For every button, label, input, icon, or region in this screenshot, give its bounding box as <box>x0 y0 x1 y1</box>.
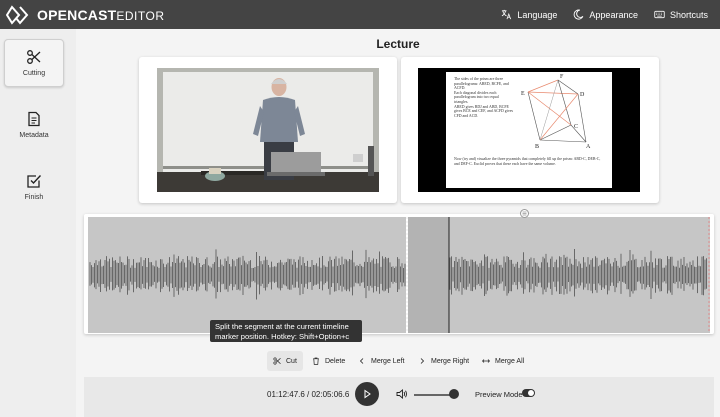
brand-name-light: EDITOR <box>116 8 165 23</box>
page-title: Lecture <box>376 37 420 51</box>
moon-icon <box>574 9 584 20</box>
sidebar-item-finish[interactable]: Finish <box>4 163 64 211</box>
brand-name-bold: OPENCAST <box>37 6 117 23</box>
preview-mode-toggle[interactable] <box>522 389 535 397</box>
keyboard-icon <box>654 10 665 19</box>
merge-right-label: Merge Right <box>431 357 470 365</box>
merge-left-button[interactable]: Merge Left <box>352 351 410 371</box>
volume-slider-thumb[interactable] <box>448 389 459 399</box>
merge-left-label: Merge Left <box>371 357 405 365</box>
trash-icon <box>313 357 319 365</box>
opencast-logo-icon <box>6 4 29 25</box>
slide-text-bottom: Now (try and) visualize the three pyrami… <box>454 157 601 166</box>
playback-time: 01:12:47.6 / 02:05:06.6 <box>267 390 350 399</box>
main-area: Lecture F E D C B A The sides of the pri… <box>76 29 720 417</box>
sidebar-item-metadata[interactable]: Metadata <box>4 101 64 149</box>
slide-label-c: C <box>574 124 578 130</box>
play-button[interactable] <box>355 382 379 406</box>
sidebar-item-label: Finish <box>24 194 44 201</box>
cut-button[interactable]: Cut <box>267 351 303 371</box>
slide-text-3: ABED gives BDJ and ABD, BCFE gives BCE a… <box>454 104 514 118</box>
slide-label-e: E <box>521 91 525 97</box>
shortcuts-button[interactable]: Shortcuts <box>654 9 708 20</box>
player-controls: 01:12:47.6 / 02:05:06.6 Preview Mode <box>84 377 714 417</box>
playhead-handle[interactable] <box>520 209 529 218</box>
waveform <box>88 217 710 333</box>
delete-label: Delete <box>325 357 346 365</box>
shortcuts-label: Shortcuts <box>669 9 708 20</box>
translate-icon <box>502 9 512 20</box>
delete-button[interactable]: Delete <box>306 351 351 371</box>
slide-text-2: Each diagonal divides each parallelogram… <box>454 90 499 104</box>
segment-right-highlight <box>408 217 449 333</box>
chevron-left-icon <box>359 358 364 364</box>
video-player-slides[interactable]: F E D C B A The sides of the prism are t… <box>401 57 659 203</box>
merge-right-button[interactable]: Merge Right <box>412 351 475 371</box>
play-icon <box>364 389 371 399</box>
waveform-timeline[interactable] <box>84 214 714 334</box>
chevron-right-icon <box>420 358 425 364</box>
sidebar-item-label: Cutting <box>22 70 46 77</box>
sidebar: Cutting Metadata Finish <box>0 29 72 417</box>
language-label: Language <box>517 9 558 20</box>
slide-text-1: The sides of the prism are three paralle… <box>454 77 509 91</box>
appearance-label: Appearance <box>589 9 638 20</box>
brand-name: OPENCASTEDITOR <box>37 7 165 23</box>
appearance-button[interactable]: Appearance <box>573 9 638 20</box>
sidebar-item-cutting[interactable]: Cutting <box>4 39 64 87</box>
slide-label-b: B <box>535 144 539 150</box>
app-header: OPENCASTEDITOR Language Appearance Short… <box>0 0 720 29</box>
presenter-video-frame <box>157 68 379 192</box>
logo: OPENCASTEDITOR <box>6 4 165 25</box>
toggle-knob <box>528 390 534 396</box>
merge-all-button[interactable]: Merge All <box>476 351 530 371</box>
slide-label-a: A <box>586 144 591 150</box>
document-icon <box>28 111 40 127</box>
sidebar-item-label: Metadata <box>19 132 49 139</box>
merge-all-label: Merge All <box>495 357 525 365</box>
cut-label: Cut <box>286 357 297 365</box>
volume-slider-fill <box>414 394 454 396</box>
slide-label-d: D <box>580 92 585 98</box>
checkbox-icon <box>27 175 42 188</box>
drag-handle-icon <box>522 211 527 216</box>
cutting-toolbar: Cut Delete Merge Left Merge Right Merge … <box>84 346 714 376</box>
scissors-icon <box>273 357 281 365</box>
preview-mode-label: Preview Mode <box>475 390 523 399</box>
cut-tooltip: Split the segment at the current timelin… <box>210 320 362 342</box>
scissors-icon <box>27 50 41 64</box>
volume-icon[interactable] <box>396 388 408 400</box>
slides-video-frame: F E D C B A <box>418 68 640 192</box>
slide-text-top: The sides of the prism are three paralle… <box>454 77 514 118</box>
video-player-presenter[interactable] <box>139 57 397 203</box>
language-button[interactable]: Language <box>501 9 557 20</box>
expand-horizontal-icon <box>482 359 490 363</box>
